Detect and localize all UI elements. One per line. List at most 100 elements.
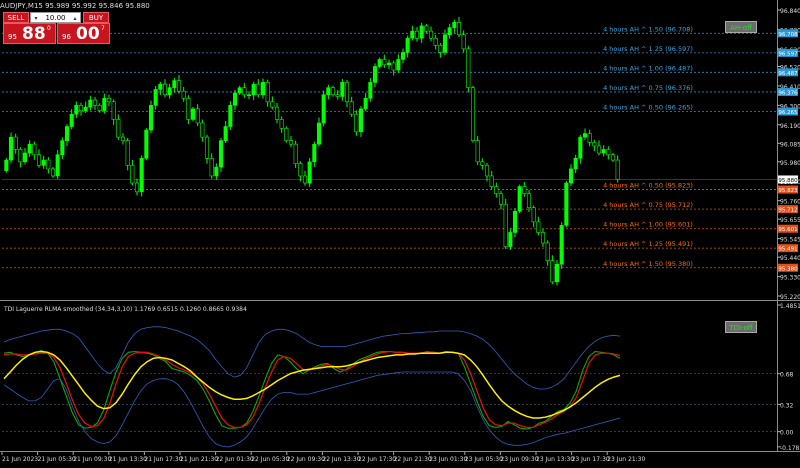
candle-body	[456, 22, 462, 36]
ah-level-badge-text: 96.265	[778, 110, 798, 116]
ah-level-badge-text: 96.376	[778, 90, 798, 96]
candle-body	[568, 168, 574, 184]
price-tick-label: 95.980	[780, 160, 800, 167]
candle-body	[218, 140, 224, 168]
candle-body	[270, 101, 275, 108]
sell-price-pips: 88	[22, 24, 46, 44]
candle-body	[307, 161, 312, 184]
candle-body	[116, 119, 121, 138]
candle-body	[125, 140, 130, 166]
ah-level-label: 4 hours AH ^ 0.75 (95.712)	[603, 201, 693, 209]
candle-body	[134, 182, 140, 193]
candle-body	[526, 193, 532, 209]
price-tick-label: 96.840	[780, 8, 800, 15]
candle-body	[480, 161, 485, 166]
candle-body	[246, 94, 252, 97]
lot-decrease-icon[interactable]: ▾	[32, 13, 40, 22]
candle-body	[200, 122, 205, 138]
candle-body	[461, 34, 466, 50]
time-tick-label: 21 Jun 13:30	[109, 456, 147, 463]
buy-price-button[interactable]: 96 00 7	[57, 23, 110, 44]
candle-body	[312, 143, 317, 163]
candle-body	[354, 113, 359, 133]
candle-body	[592, 142, 597, 147]
lot-increase-icon[interactable]: ▴	[71, 13, 79, 22]
buy-price-pips: 00	[76, 24, 100, 44]
candle-body	[517, 186, 522, 212]
candle-body	[158, 83, 163, 90]
ah-level-label: 4 hours AH ^ 1.50 (96.708)	[603, 25, 693, 33]
ah-level-badge-text: 96.487	[778, 71, 798, 77]
candle-body	[498, 193, 504, 205]
candle-body	[209, 157, 214, 177]
candle-body	[452, 22, 457, 28]
sell-button[interactable]: SELL	[3, 12, 29, 23]
candle-body	[78, 105, 84, 111]
candle-body	[550, 260, 555, 283]
candle-body	[489, 175, 494, 187]
candle-body	[433, 37, 438, 46]
candle-body	[204, 136, 210, 159]
candle-body	[167, 87, 172, 96]
ah-level-label: 4 hours AH ^ 0.50 (96.265)	[603, 104, 693, 112]
candle-body	[428, 30, 434, 39]
price-chart[interactable]: 96.84096.73096.62096.52096.41096.30096.1…	[0, 0, 800, 464]
buy-button[interactable]: BUY	[83, 12, 109, 23]
ah-level-badge-text: 95.712	[778, 208, 797, 214]
lot-size-value[interactable]: 10.00	[45, 14, 65, 22]
time-tick-label: 22 Jun 13:30	[322, 456, 360, 463]
indicator-tick-label: 0.68	[780, 372, 794, 379]
chart-root[interactable]: 96.84096.73096.62096.52096.41096.30096.1…	[0, 0, 800, 464]
candle-body	[186, 97, 191, 120]
candle-body	[256, 83, 261, 96]
ah-level-badge-text: 96.708	[778, 32, 798, 38]
candle-body	[242, 87, 247, 96]
candle-body	[32, 143, 37, 156]
time-tick-label: 23 Jun 17:30	[572, 456, 610, 463]
tdi-toggle-button[interactable]: TDI-off	[725, 321, 757, 333]
candle-body	[148, 105, 154, 131]
price-tick-label: 95.655	[780, 217, 800, 224]
candle-body	[214, 166, 219, 177]
candle-body	[130, 165, 135, 184]
candle-body	[144, 129, 149, 159]
candle-body	[512, 210, 518, 233]
candle-body	[503, 203, 508, 247]
ah-level-badge-text: 96.597	[778, 51, 798, 57]
candle-body	[88, 99, 93, 108]
candle-body	[419, 25, 424, 39]
candle-body	[284, 127, 289, 141]
candle-body	[106, 97, 112, 103]
candle-body	[69, 113, 74, 127]
time-tick-label: 21 Jun 09:30	[73, 456, 111, 463]
candle-body	[587, 133, 592, 143]
candle-body	[414, 30, 420, 39]
sell-price-fraction: 0	[47, 25, 51, 32]
candle-body	[223, 126, 228, 141]
sell-price-button[interactable]: 95 88 0	[3, 23, 56, 44]
candle-body	[335, 94, 340, 97]
candle-body	[610, 154, 616, 161]
candle-body	[4, 159, 9, 171]
candle-body	[27, 143, 32, 154]
candle-body	[288, 140, 294, 145]
time-tick-label: 21 Jun 21:30	[180, 456, 218, 463]
candle-body	[74, 105, 79, 115]
candle-body	[470, 87, 476, 141]
candle-body	[228, 105, 233, 127]
candle-body	[484, 165, 490, 177]
candle-body	[531, 207, 536, 223]
candle-body	[438, 45, 443, 53]
ah-level-label: 4 hours AH ^ 1.25 (95.491)	[603, 240, 693, 248]
candle-body	[162, 83, 168, 96]
candle-body	[50, 168, 56, 177]
candle-body	[466, 48, 471, 88]
ah-toggle-button[interactable]: AH-off	[725, 21, 757, 33]
candle-body	[372, 66, 378, 83]
candle-body	[363, 97, 368, 110]
time-tick-label: 21 Jun 17:30	[144, 456, 182, 463]
candle-body	[559, 225, 564, 265]
candle-body	[92, 99, 98, 106]
candle-body	[46, 159, 51, 170]
lot-size-input[interactable]: ▾ 10.00 ▴	[30, 12, 81, 23]
